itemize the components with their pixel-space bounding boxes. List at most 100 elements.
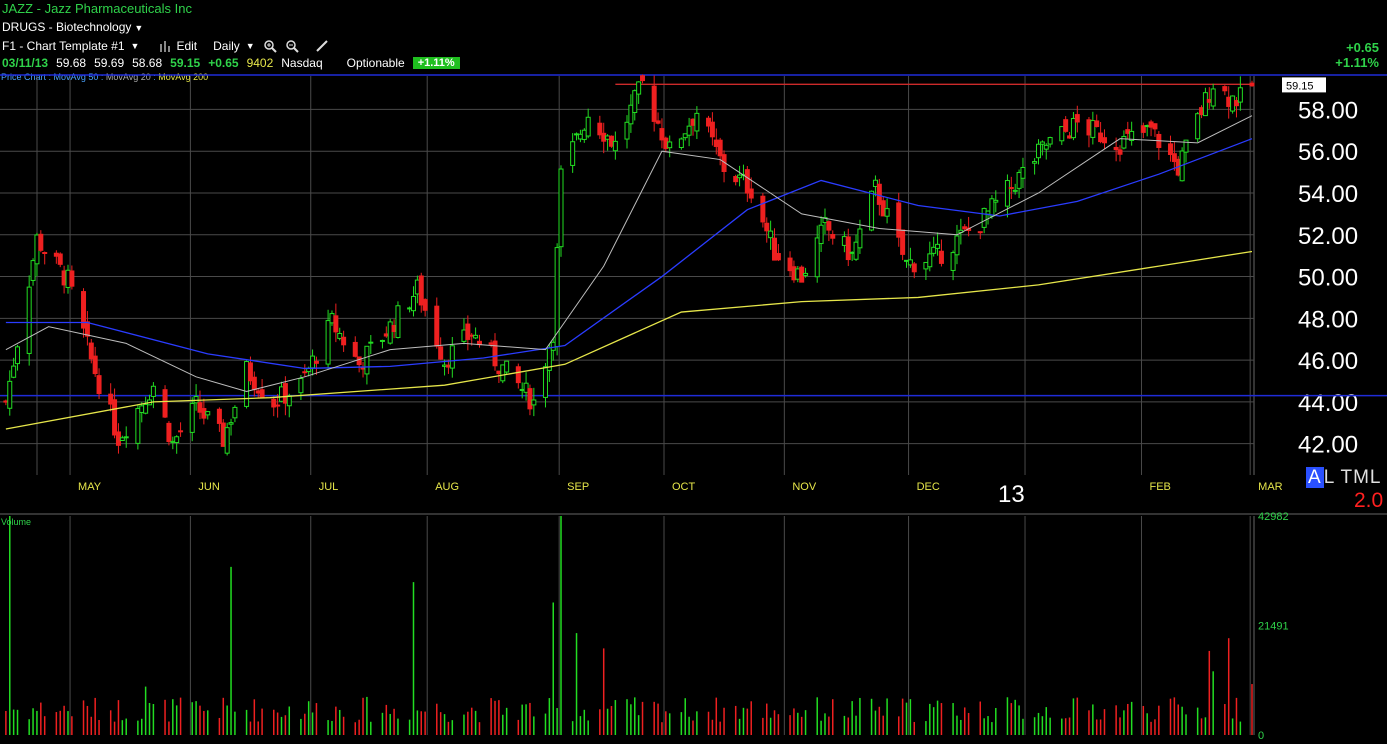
candle-body — [1117, 149, 1123, 155]
candle-body — [764, 222, 770, 232]
candle-body — [1043, 144, 1049, 150]
candle-body — [1171, 153, 1177, 163]
candle-body — [298, 378, 304, 394]
candle-body — [546, 347, 552, 371]
candle-body — [904, 259, 910, 262]
candle-body — [387, 321, 393, 344]
industry-selector[interactable]: DRUGS - Biotechnology ▼ — [2, 20, 143, 37]
candle-body — [306, 367, 312, 373]
quote-open: 59.68 — [56, 55, 87, 70]
candle-body — [500, 364, 506, 382]
candle-body — [896, 202, 902, 238]
top-right-change: +0.65 +1.11% — [1335, 40, 1379, 70]
candle-body — [422, 299, 428, 311]
candle-body — [368, 341, 374, 344]
candle-body — [1183, 139, 1189, 153]
candle-body — [53, 252, 59, 257]
candle-body — [577, 133, 583, 140]
candle-body — [449, 345, 455, 369]
candle-body — [65, 269, 71, 288]
candle-body — [1195, 113, 1201, 140]
candle-body — [174, 436, 180, 444]
candle-body — [709, 121, 715, 138]
candle-body — [166, 422, 172, 443]
candle-body — [694, 112, 700, 132]
ma50-line — [5, 138, 1253, 370]
candle-body — [966, 227, 972, 231]
candle-body — [15, 346, 21, 365]
month-tick-label: JUL — [319, 481, 339, 493]
candle-body — [1067, 135, 1073, 139]
candle-body — [244, 360, 250, 407]
candle-body — [418, 275, 424, 306]
candle-body — [1094, 120, 1100, 128]
candle-body — [504, 360, 510, 373]
candle-body — [232, 406, 238, 419]
candle-body — [150, 385, 156, 397]
candle-body — [496, 370, 502, 375]
candle-body — [554, 247, 560, 348]
price-tick-label: 52.00 — [1298, 223, 1358, 250]
candle-body — [26, 286, 32, 354]
candle-body — [11, 365, 17, 378]
candle-body — [1129, 130, 1135, 141]
candle-body — [224, 427, 230, 454]
candle-body — [876, 183, 882, 205]
month-tick-label: MAY — [78, 481, 102, 493]
candle-body — [178, 430, 184, 433]
candle-body — [721, 154, 727, 172]
symbol-title: JAZZ - Jazz Pharmaceuticals Inc — [2, 1, 192, 18]
candle-body — [787, 257, 793, 272]
candle-body — [737, 174, 743, 179]
price-tick-label: 46.00 — [1298, 348, 1358, 375]
candle-body — [228, 422, 234, 425]
study-ma50: MovAvg 50 — [53, 72, 99, 82]
candle-body — [1233, 100, 1239, 107]
price-volume-chart[interactable]: MAY JUN JUL AUG SEP OCT NOV DEC FEB MAR 42.00 44.00… — [0, 0, 1387, 744]
candle-body — [1101, 137, 1107, 144]
candle-body — [1156, 133, 1162, 148]
template-label: F1 - Chart Template #1 — [2, 38, 125, 53]
candle-body — [1175, 158, 1181, 176]
price-tick-label: 50.00 — [1298, 265, 1358, 292]
month-tick-label: FEB — [1149, 481, 1170, 493]
template-selector[interactable]: F1 - Chart Template #1 ▼ — [2, 39, 139, 53]
candle-body — [488, 342, 494, 345]
month-tick-label: JUN — [198, 481, 219, 493]
candle-body — [1039, 141, 1045, 145]
candle-body — [1032, 161, 1038, 164]
candle-body — [286, 395, 292, 407]
candle-body — [612, 140, 618, 152]
draw-button[interactable] — [315, 39, 329, 53]
edit-button[interactable]: Edit — [159, 39, 197, 53]
candle-body — [678, 138, 684, 148]
candle-body — [1148, 121, 1154, 128]
edit-label: Edit — [176, 38, 198, 53]
candle-body — [352, 341, 358, 357]
candle-body — [333, 315, 339, 333]
candle-body — [143, 403, 149, 414]
candle-body — [601, 132, 607, 142]
zoom-in-button[interactable] — [263, 39, 277, 53]
candle-body — [830, 234, 836, 239]
interval-selector[interactable]: Daily ▼ — [213, 39, 255, 53]
candle-body — [282, 383, 288, 404]
candle-body — [795, 268, 801, 280]
candle-body — [197, 402, 203, 413]
candle-body — [1090, 120, 1096, 138]
candle-body — [438, 346, 444, 360]
candle-body — [135, 408, 141, 444]
chevron-down-icon: ▼ — [245, 40, 255, 51]
candle-body — [341, 336, 347, 346]
candle-body — [139, 405, 145, 413]
candle-body — [108, 393, 114, 405]
month-tick-label: DEC — [917, 481, 940, 493]
candle-body — [279, 386, 285, 402]
zoom-out-button[interactable] — [285, 39, 299, 53]
candle-body — [434, 305, 440, 347]
top-right-change-value: +0.65 — [1346, 40, 1379, 55]
volume-label: Volume — [1, 517, 32, 527]
candle-body — [445, 364, 451, 368]
candle-body — [313, 360, 319, 364]
candle-body — [841, 236, 847, 246]
